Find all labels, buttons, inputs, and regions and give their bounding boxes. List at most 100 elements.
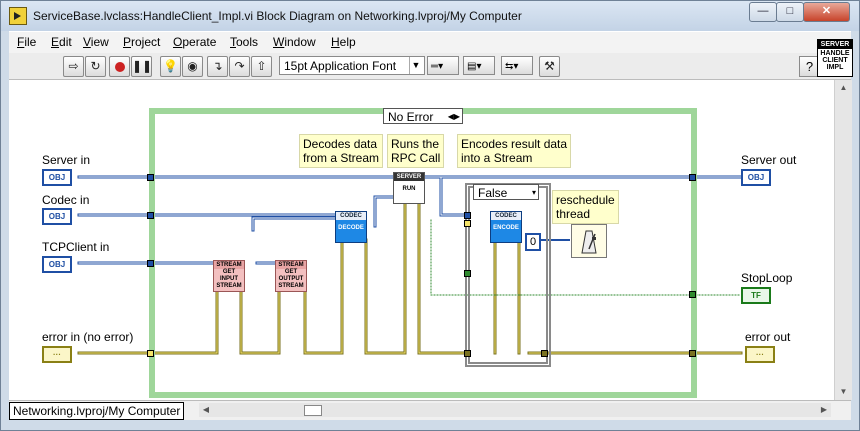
node-body: GET xyxy=(222,269,236,275)
cleanup-icon[interactable]: ⚒ xyxy=(539,56,560,77)
scroll-right-icon[interactable]: ▶ xyxy=(817,403,831,417)
inner-case-selector-value: False xyxy=(478,186,508,200)
tunnel-codec-in xyxy=(147,212,154,219)
tunnel-selector xyxy=(464,220,471,227)
scroll-thumb[interactable] xyxy=(304,405,322,416)
selector-arrows-icon: ◀▶ xyxy=(447,112,460,121)
control-label-codec-in: Codec in xyxy=(42,193,90,207)
menu-view[interactable]: View xyxy=(83,35,109,49)
node-body: DECODE xyxy=(338,225,364,231)
vertical-scrollbar[interactable]: ▲ ▼ xyxy=(834,80,852,400)
control-label-error-in: error in (no error) xyxy=(42,330,134,344)
scroll-up-icon[interactable]: ▲ xyxy=(835,80,852,96)
tunnel-error-in xyxy=(147,350,154,357)
node-head: STREAM xyxy=(214,261,244,269)
font-select-value: 15pt Application Font xyxy=(284,59,397,73)
node-head: CODEC xyxy=(336,212,366,220)
case-selector[interactable]: No Error ◀▶ xyxy=(383,108,463,124)
highlight-execution-icon[interactable]: 💡 xyxy=(160,56,181,77)
reorder-icon[interactable]: ⇆▾ xyxy=(501,56,533,75)
window-title: ServiceBase.lvclass:HandleClient_Impl.vi… xyxy=(33,9,522,23)
step-over-icon[interactable]: ↷ xyxy=(229,56,250,77)
indicator-label-server-out: Server out xyxy=(741,153,797,167)
tunnel-tcpclient-in xyxy=(147,260,154,267)
numeric-constant[interactable]: 0 xyxy=(525,233,541,251)
toolbar: ⇨ ↻ ❚❚ 💡 ◉ ↴ ↷ ⇧ 15pt Application Font ▼… xyxy=(9,53,851,80)
node-get-input-stream[interactable]: STREAM GET INPUT STREAM xyxy=(213,260,245,292)
comment-encode: Encodes result data into a Stream xyxy=(457,134,572,168)
node-body: OUTPUT xyxy=(278,276,304,282)
scroll-down-icon[interactable]: ▼ xyxy=(835,384,852,400)
horizontal-scrollbar[interactable]: ◀ ▶ xyxy=(199,403,831,417)
node-server-run[interactable]: SERVER RUN xyxy=(393,172,425,204)
minimize-button[interactable]: — xyxy=(749,2,777,22)
abort-icon[interactable] xyxy=(109,56,130,77)
comment-line: Encodes result data xyxy=(461,137,568,151)
indicator-stoploop[interactable]: TF xyxy=(741,287,771,304)
vi-icon-line: HANDLE xyxy=(820,50,850,57)
menu-bar: File Edit View Project Operate Tools Win… xyxy=(9,31,851,54)
node-body: INPUT xyxy=(220,276,238,282)
scroll-left-icon[interactable]: ◀ xyxy=(199,403,213,417)
indicator-server-out[interactable]: OBJ xyxy=(741,169,771,186)
vi-connector-icon[interactable]: SERVER HANDLE CLIENT IMPL xyxy=(817,39,853,77)
step-into-icon[interactable]: ↴ xyxy=(207,56,228,77)
node-head: STREAM xyxy=(276,261,306,269)
run-continuous-icon[interactable]: ↻ xyxy=(85,56,106,77)
comment-line: RPC Call xyxy=(391,151,441,165)
comment-line: thread xyxy=(556,207,591,221)
node-codec-decode[interactable]: CODEC DECODE xyxy=(335,211,367,243)
control-tcpclient-in[interactable]: OBJ xyxy=(42,256,72,273)
metronome-graphic xyxy=(581,230,597,254)
tunnel-bool-inner xyxy=(464,270,471,277)
tunnel-stoploop xyxy=(689,291,696,298)
align-icon[interactable]: ═▾ xyxy=(427,56,459,75)
retain-wire-values-icon[interactable]: ◉ xyxy=(182,56,203,77)
vi-icon-line: IMPL xyxy=(826,64,844,71)
maximize-button[interactable]: □ xyxy=(776,2,804,22)
comment-line: reschedule xyxy=(556,193,615,207)
comment-line: into a Stream xyxy=(461,151,533,165)
node-get-output-stream[interactable]: STREAM GET OUTPUT STREAM xyxy=(275,260,307,292)
indicator-label-error-out: error out xyxy=(745,330,791,344)
close-button[interactable]: ✕ xyxy=(803,2,850,22)
menu-edit[interactable]: Edit xyxy=(51,35,72,49)
project-path[interactable]: Networking.lvproj/My Computer xyxy=(9,402,185,420)
pause-icon[interactable]: ❚❚ xyxy=(131,56,152,77)
menu-operate[interactable]: Operate xyxy=(173,35,216,49)
control-codec-in[interactable]: OBJ xyxy=(42,208,72,225)
menu-window[interactable]: Window xyxy=(273,35,316,49)
node-body: STREAM xyxy=(278,283,304,289)
comment-reschedule: reschedule thread xyxy=(552,190,619,224)
tunnel-codec-inner xyxy=(464,212,471,219)
node-body: STREAM xyxy=(216,283,242,289)
control-error-in[interactable]: ··· xyxy=(42,346,72,363)
inner-case-selector[interactable]: False ▾ xyxy=(473,184,539,200)
distribute-icon[interactable]: ▤▾ xyxy=(463,56,495,75)
comment-rpc: Runs the RPC Call xyxy=(387,134,445,168)
block-diagram-window: ServiceBase.lvclass:HandleClient_Impl.vi… xyxy=(0,0,860,431)
run-arrow-icon[interactable]: ⇨ xyxy=(63,56,84,77)
control-server-in[interactable]: OBJ xyxy=(42,169,72,186)
control-label-tcpclient-in: TCPClient in xyxy=(42,240,110,254)
tunnel-server-out xyxy=(689,174,696,181)
menu-file[interactable]: File xyxy=(17,35,36,49)
comment-decode: Decodes data from a Stream xyxy=(299,134,384,168)
wait-metronome-icon[interactable] xyxy=(571,224,607,258)
indicator-error-out[interactable]: ··· xyxy=(745,346,775,363)
node-head: SERVER xyxy=(394,173,424,181)
menu-tools[interactable]: Tools xyxy=(230,35,258,49)
step-out-icon[interactable]: ⇧ xyxy=(251,56,272,77)
menu-project[interactable]: Project xyxy=(123,35,160,49)
tunnel-error-inner-out xyxy=(541,350,548,357)
tunnel-error-out xyxy=(689,350,696,357)
node-codec-encode[interactable]: CODEC ENCODE xyxy=(490,211,522,243)
control-label-server-in: Server in xyxy=(42,153,91,167)
case-selector-value: No Error xyxy=(388,110,434,124)
font-select[interactable]: 15pt Application Font ▼ xyxy=(279,56,425,75)
comment-line: from a Stream xyxy=(303,151,380,165)
title-bar[interactable]: ServiceBase.lvclass:HandleClient_Impl.vi… xyxy=(1,1,859,31)
menu-help[interactable]: Help xyxy=(331,35,356,49)
block-diagram-canvas[interactable]: No Error ◀▶ False ▾ Server in OBJ Codec … xyxy=(9,80,834,400)
tunnel-error-inner xyxy=(464,350,471,357)
